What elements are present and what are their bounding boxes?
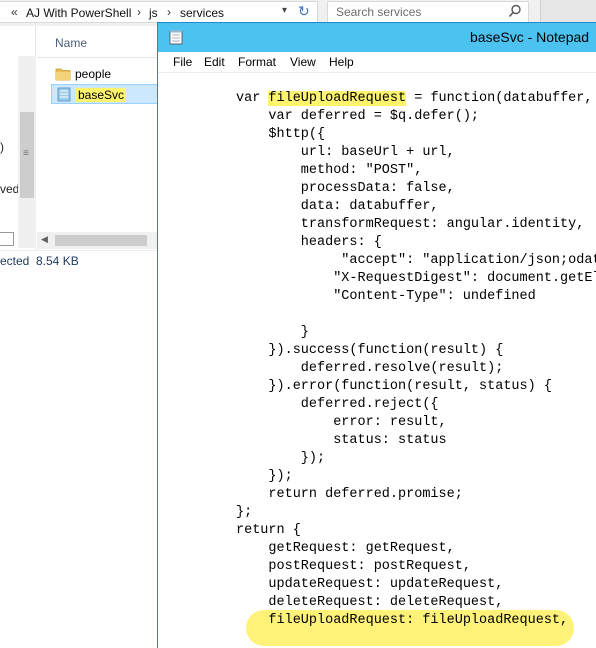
code-line: postRequest: postRequest, — [268, 559, 471, 574]
menu-file[interactable]: File — [173, 55, 192, 69]
menu-view[interactable]: View — [290, 55, 316, 69]
code-line: }); — [268, 469, 293, 484]
file-name: people — [75, 67, 112, 81]
code-line: } — [300, 325, 309, 340]
code-line: url: baseUrl + url, — [300, 145, 455, 160]
code-line: processData: false, — [300, 181, 455, 196]
folder-icon — [55, 68, 71, 81]
menu-help[interactable]: Help — [329, 55, 354, 69]
grip-icon: ≡ — [23, 148, 29, 159]
code-line: method: "POST", — [300, 163, 423, 178]
navigation-pane: ) ved ≡ — [0, 26, 36, 250]
breadcrumb-js[interactable]: js — [149, 6, 158, 20]
code-line: deferred.resolve(result); — [300, 361, 504, 376]
nav-vertical-scrollbar[interactable]: ≡ — [18, 56, 36, 248]
column-header-label: Name — [55, 36, 88, 50]
status-selected-text: ected — [0, 254, 30, 268]
nav-item-fragment[interactable]: ) — [0, 140, 4, 154]
search-icon[interactable] — [508, 4, 522, 18]
code-line: transformRequest: angular.identity, — [300, 217, 585, 232]
code-text: var — [236, 91, 269, 106]
code-line: updateRequest: updateRequest, — [268, 577, 504, 592]
window-title: baseSvc - Notepad — [470, 29, 590, 45]
nav-checkbox[interactable] — [0, 232, 14, 246]
code-line: error: result, — [333, 415, 447, 430]
code-line: deferred.reject({ — [300, 397, 439, 412]
text-file-icon — [57, 87, 71, 102]
column-header-name[interactable]: Name — [37, 26, 161, 58]
code-line: }; — [236, 505, 253, 520]
code-line: "X-RequestDigest": document.getEl — [333, 271, 596, 286]
refresh-icon[interactable]: ↻ — [298, 3, 310, 20]
highlighted-identifier: fileUploadRequest — [268, 91, 407, 106]
address-bar[interactable]: « AJ With PowerShell › js › services ▾ ↻ — [0, 1, 318, 23]
code-line: $http({ — [268, 127, 326, 142]
code-line: getRequest: getRequest, — [268, 541, 455, 556]
menu-bar: File Edit Format View Help — [158, 52, 596, 73]
code-text: = function(databuffer, — [406, 91, 593, 106]
status-bar: ected 8.54 KB — [0, 250, 161, 270]
chevron-right-icon[interactable]: › — [167, 5, 171, 19]
chevron-right-icon[interactable]: › — [137, 5, 141, 19]
code-line: return { — [236, 523, 301, 538]
highlight-marker — [246, 610, 574, 646]
code-line: }).error(function(result, status) { — [268, 379, 552, 394]
horizontal-scrollbar[interactable]: ◀ — [37, 232, 161, 249]
status-size: 8.54 KB — [36, 254, 79, 268]
breadcrumb-services[interactable]: services — [180, 6, 224, 20]
menu-edit[interactable]: Edit — [204, 55, 225, 69]
code-line: }); — [300, 451, 326, 466]
search-placeholder: Search services — [336, 5, 422, 19]
notepad-icon[interactable] — [169, 29, 183, 45]
code-line: "Content-Type": undefined — [333, 289, 536, 304]
nav-item-fragment[interactable]: ved — [0, 182, 19, 196]
breadcrumb-aj-with-powershell[interactable]: AJ With PowerShell — [26, 6, 131, 20]
code-line: "accept": "application/json;odat — [341, 253, 596, 268]
list-item[interactable]: people — [51, 64, 159, 84]
text-editor[interactable]: var fileUploadRequest = function(databuf… — [158, 74, 596, 648]
scrollbar-thumb[interactable] — [55, 235, 147, 246]
menu-format[interactable]: Format — [238, 55, 276, 69]
code-line: return deferred.promise; — [268, 487, 463, 502]
code-line: var deferred = $q.defer(); — [268, 109, 480, 124]
list-item-selected[interactable]: baseSvc — [51, 84, 159, 104]
chevron-down-icon[interactable]: ▾ — [282, 5, 287, 16]
file-name: baseSvc — [76, 88, 127, 102]
code-line: data: databuffer, — [300, 199, 439, 214]
scroll-left-icon[interactable]: ◀ — [41, 234, 48, 245]
notepad-window: baseSvc - Notepad File Edit Format View … — [157, 22, 596, 648]
code-line: headers: { — [300, 235, 382, 250]
breadcrumb-overflow[interactable]: « — [11, 5, 18, 19]
code-line: status: status — [333, 433, 447, 448]
code-line: }).success(function(result) { — [268, 343, 504, 358]
scrollbar-thumb[interactable]: ≡ — [20, 112, 34, 198]
code-line: var fileUploadRequest = function(databuf… — [236, 90, 592, 108]
file-list: Name people baseSvc — [37, 26, 161, 232]
search-input[interactable]: Search services — [327, 1, 529, 23]
title-bar[interactable]: baseSvc - Notepad — [158, 23, 596, 52]
